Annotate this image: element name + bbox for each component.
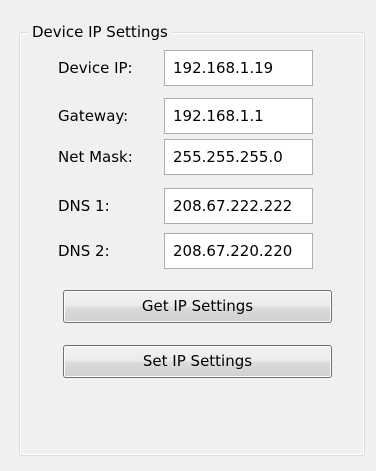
get-ip-settings-button[interactable]: Get IP Settings (63, 290, 332, 323)
gateway-label: Gateway: (58, 107, 129, 125)
dns1-field[interactable] (164, 188, 313, 224)
dns1-label: DNS 1: (58, 197, 110, 215)
dns2-field[interactable] (164, 233, 313, 269)
net-mask-label: Net Mask: (58, 148, 133, 166)
device-ip-settings-panel: Device IP Settings Device IP: Gateway: N… (0, 0, 376, 471)
groupbox-title: Device IP Settings (29, 23, 171, 41)
net-mask-field[interactable] (164, 139, 313, 175)
set-ip-settings-button[interactable]: Set IP Settings (63, 345, 332, 378)
device-ip-label: Device IP: (58, 59, 133, 77)
dns2-label: DNS 2: (58, 242, 110, 260)
device-ip-field[interactable] (164, 50, 313, 86)
gateway-field[interactable] (164, 98, 313, 134)
